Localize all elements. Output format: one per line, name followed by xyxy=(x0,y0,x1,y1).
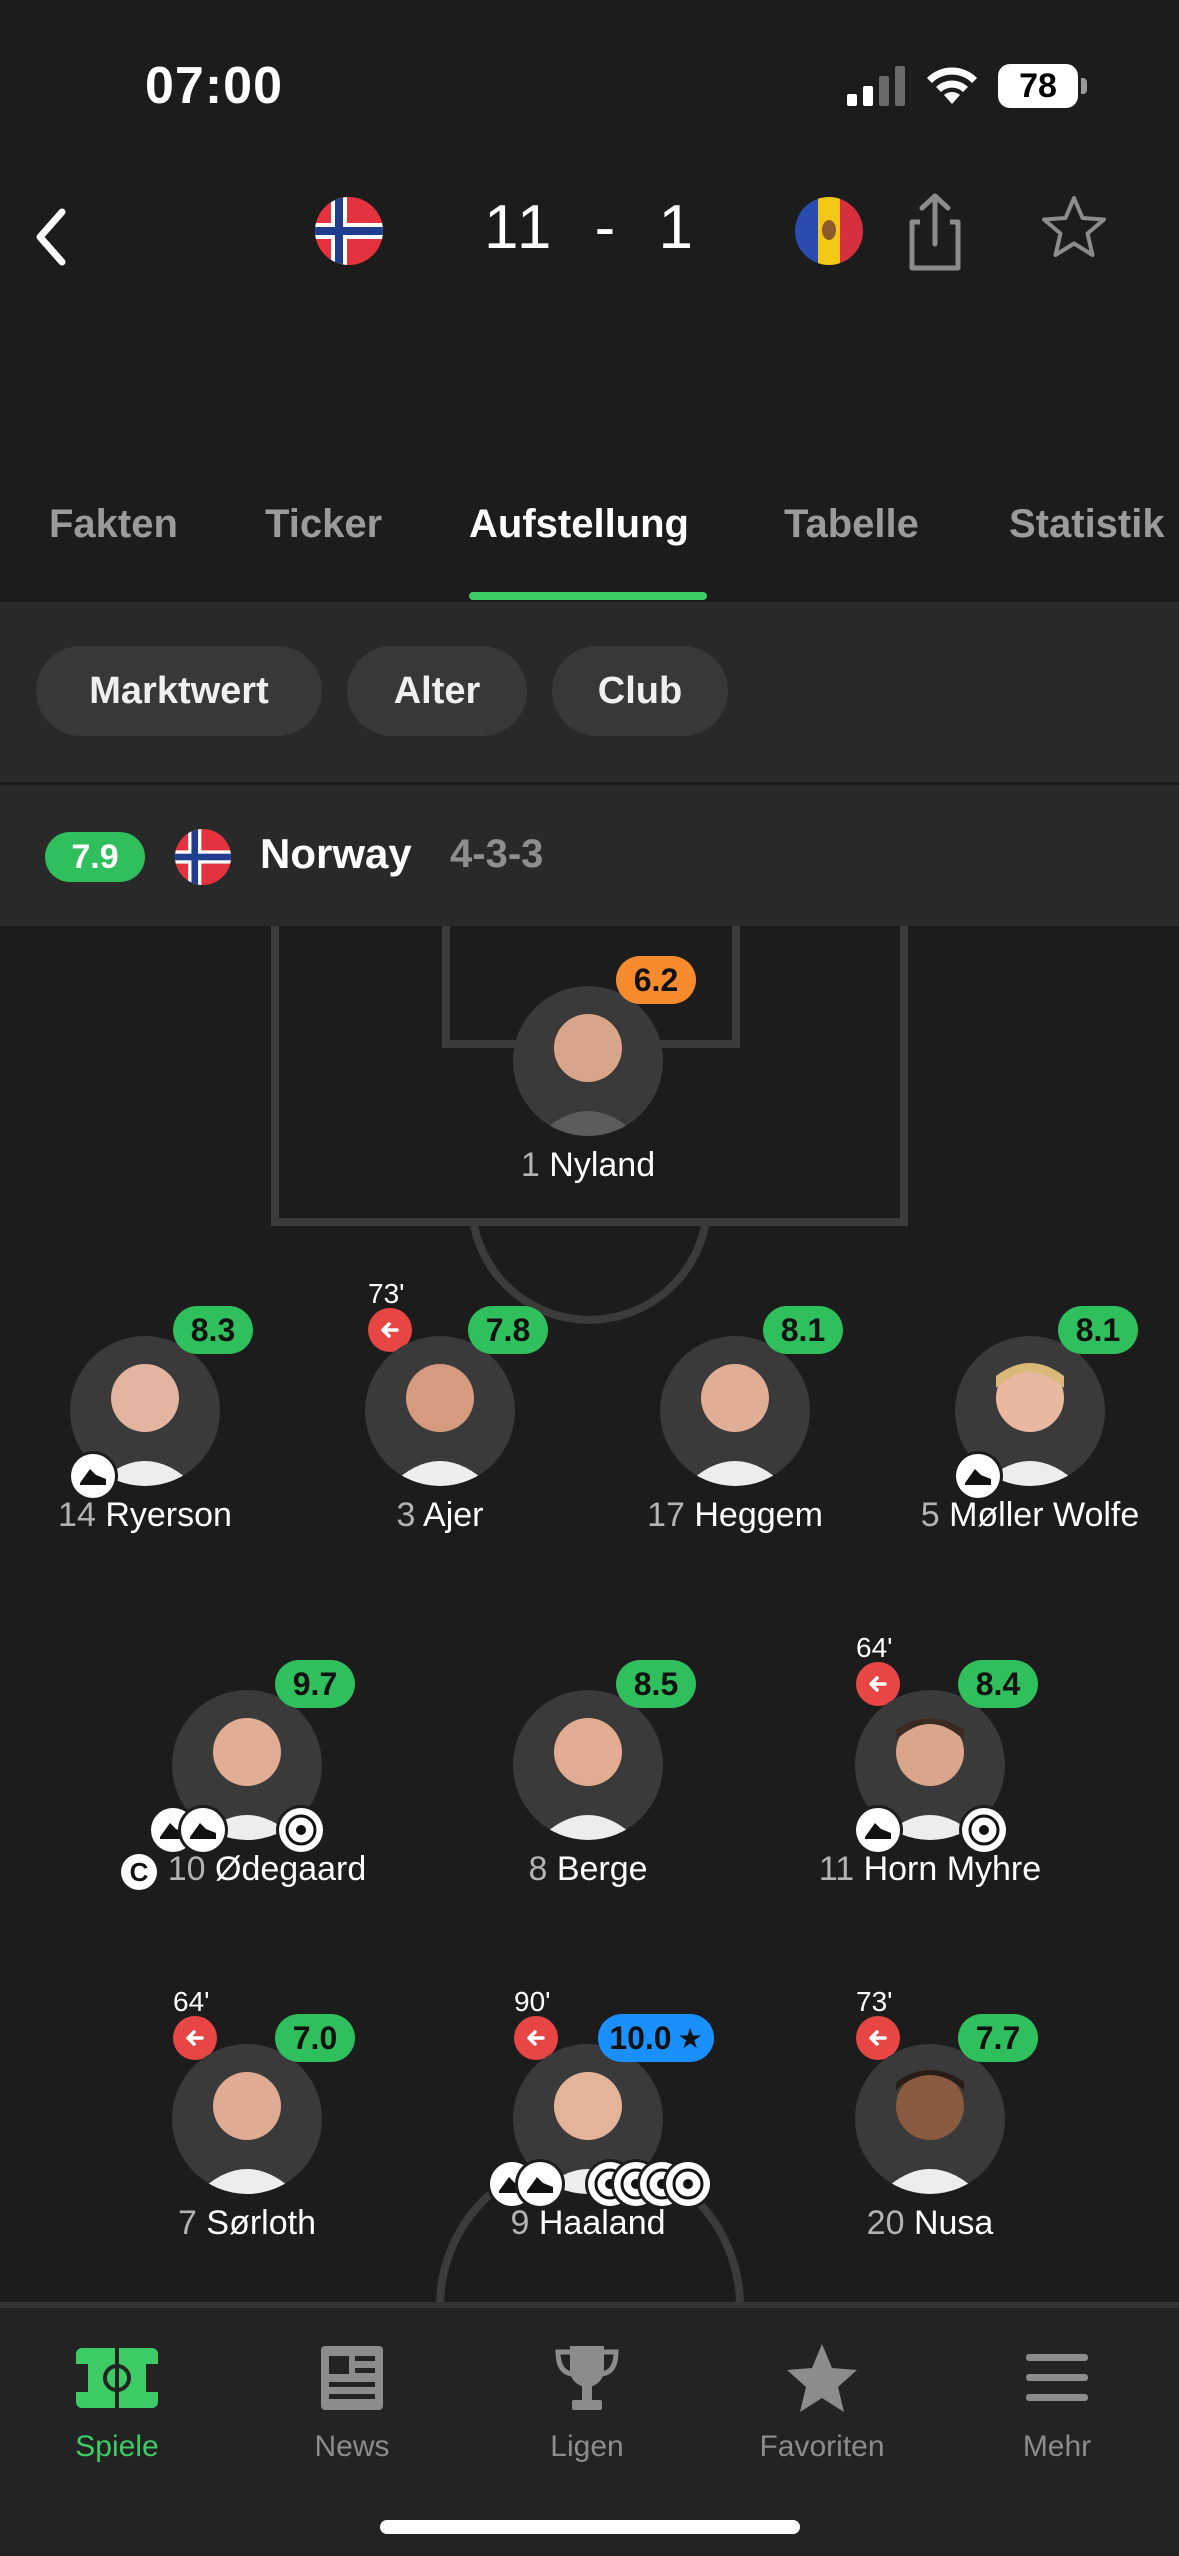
norway-flag-icon xyxy=(175,829,231,885)
player-rating-badge: 7.7 xyxy=(958,2014,1038,2062)
player-card[interactable]: 8.1 5 Møller Wolfe xyxy=(890,1306,1170,1566)
player-card[interactable]: 73' 7.7 20 Nusa xyxy=(790,1986,1070,2274)
nav-favoriten[interactable]: Favoriten xyxy=(732,2330,912,2470)
assist-boot-icon xyxy=(181,1808,225,1852)
player-name: 8 Berge xyxy=(528,1850,648,1888)
nav-news[interactable]: News xyxy=(262,2330,442,2470)
nav-label: Favoriten xyxy=(759,2430,885,2463)
battery-indicator: 78 xyxy=(998,64,1087,108)
player-avatar xyxy=(513,1690,663,1840)
active-tab-indicator xyxy=(469,592,707,600)
team-rating-badge: 7.9 xyxy=(45,832,145,882)
substitution-time: 73' xyxy=(856,1986,893,2017)
player-rating-badge: 7.0 xyxy=(275,2014,355,2062)
back-arrow-icon[interactable] xyxy=(22,192,92,282)
player-card[interactable]: 90' 10.0 ★ 9 Haaland xyxy=(448,1986,728,2274)
player-card[interactable]: 73' 7.8 3 Ajer xyxy=(300,1278,580,1566)
nav-spiele[interactable]: Spiele xyxy=(27,2330,207,2470)
assist-boot-icon xyxy=(71,1454,115,1498)
top-player-star-icon: ★ xyxy=(677,2022,703,2054)
filter-club-chip[interactable]: Club xyxy=(552,646,728,736)
player-name: 17 Heggem xyxy=(647,1496,823,1534)
tab-fakten[interactable]: Fakten xyxy=(49,502,178,547)
share-icon[interactable] xyxy=(900,188,970,274)
newspaper-icon xyxy=(321,2346,383,2410)
status-time: 07:00 xyxy=(145,57,283,115)
star-favorite-icon[interactable] xyxy=(1038,192,1110,264)
player-rating-badge: 8.4 xyxy=(958,1660,1038,1708)
player-avatar xyxy=(365,1336,515,1486)
nav-ligen[interactable]: Ligen xyxy=(497,2330,677,2470)
player-rating-badge: 8.1 xyxy=(763,1306,843,1354)
player-name: 11 Horn Myhre xyxy=(818,1850,1042,1888)
tab-ticker[interactable]: Ticker xyxy=(265,502,382,547)
player-name: 7 Sørloth xyxy=(178,2204,316,2242)
substitution-time: 64' xyxy=(173,1986,210,2017)
assist-boot-icon xyxy=(956,1454,1000,1498)
norway-flag-icon[interactable] xyxy=(315,197,383,265)
player-rating-badge: 8.5 xyxy=(616,1660,696,1708)
menu-icon xyxy=(1026,2354,1088,2401)
player-avatar xyxy=(172,2044,322,2194)
filter-marktwert-chip[interactable]: Marktwert xyxy=(36,646,322,736)
player-rating-badge: 9.7 xyxy=(275,1660,355,1708)
player-rating-badge: 6.2 xyxy=(616,956,696,1004)
match-header: 11 - 1 xyxy=(0,170,1179,460)
assist-boot-icon xyxy=(856,1808,900,1852)
team-header[interactable]: 7.9 Norway 4-3-3 xyxy=(0,782,1179,926)
star-icon xyxy=(787,2344,857,2412)
match-score: 11 - 1 xyxy=(484,193,696,262)
player-card[interactable]: 8.3 14 Ryerson xyxy=(5,1306,285,1566)
player-name: 3 Ajer xyxy=(396,1496,484,1534)
player-name: 14 Ryerson xyxy=(58,1496,232,1534)
lineup-pitch: 6.2 1 Nyland 8.3 14 Ryerson 73' 7.8 3 Aj… xyxy=(0,926,1179,2306)
nav-mehr[interactable]: Mehr xyxy=(967,2330,1147,2470)
wifi-icon xyxy=(927,67,977,104)
filter-chips: Marktwert Alter Club xyxy=(0,602,1179,782)
player-rating-badge: 7.8 xyxy=(468,1306,548,1354)
player-name: 1 Nyland xyxy=(520,1146,656,1184)
player-card[interactable]: 6.2 1 Nyland xyxy=(448,956,728,1216)
substitution-time: 90' xyxy=(514,1986,551,2017)
filter-alter-chip[interactable]: Alter xyxy=(347,646,527,736)
player-rating-badge: 10.0 ★ xyxy=(598,2014,714,2062)
player-card[interactable]: 64' 8.4 11 Horn Myhre xyxy=(790,1632,1070,1920)
moldova-flag-icon[interactable] xyxy=(795,197,863,265)
team-name: Norway xyxy=(260,830,412,877)
pitch-icon xyxy=(76,2348,158,2408)
tab-statistik[interactable]: Statistik xyxy=(1009,502,1165,547)
player-rating-badge: 8.1 xyxy=(1058,1306,1138,1354)
cellular-signal-icon xyxy=(847,66,905,106)
player-name: 10 Ødegaard xyxy=(167,1850,367,1888)
trophy-icon xyxy=(555,2346,619,2410)
player-card[interactable]: 8.5 8 Berge xyxy=(448,1660,728,1920)
tab-aufstellung[interactable]: Aufstellung xyxy=(469,502,689,547)
assist-boot-icon xyxy=(518,2162,562,2206)
substitution-time: 73' xyxy=(368,1278,405,1309)
goal-ball-icon xyxy=(962,1808,1006,1852)
player-name: 9 Haaland xyxy=(510,2204,666,2242)
tab-tabelle[interactable]: Tabelle xyxy=(784,502,919,547)
player-name: 20 Nusa xyxy=(866,2204,994,2242)
substitution-time: 64' xyxy=(856,1632,893,1663)
nav-label: Spiele xyxy=(75,2430,159,2463)
status-bar: 07:00 78 xyxy=(0,0,1179,170)
nav-label: News xyxy=(314,2430,390,2463)
nav-label: Mehr xyxy=(1022,2430,1092,2463)
player-name: 5 Møller Wolfe xyxy=(920,1496,1140,1534)
home-indicator[interactable] xyxy=(380,2520,800,2534)
bottom-navigation: Spiele News Ligen Favoriten Mehr xyxy=(0,2306,1179,2556)
player-card[interactable]: 9.7 C 10 Ødegaard xyxy=(107,1660,387,1920)
player-avatar xyxy=(660,1336,810,1486)
goal-ball-icon xyxy=(279,1808,323,1852)
tab-bar: Fakten Ticker Aufstellung Tabelle Statis… xyxy=(0,460,1179,602)
player-rating-badge: 8.3 xyxy=(173,1306,253,1354)
goal-ball-icon xyxy=(666,2162,710,2206)
team-formation: 4-3-3 xyxy=(450,832,544,876)
nav-label: Ligen xyxy=(550,2430,624,2463)
player-card[interactable]: 8.1 17 Heggem xyxy=(595,1306,875,1566)
player-card[interactable]: 64' 7.0 7 Sørloth xyxy=(107,1986,387,2274)
player-avatar xyxy=(513,986,663,1136)
player-avatar xyxy=(855,2044,1005,2194)
